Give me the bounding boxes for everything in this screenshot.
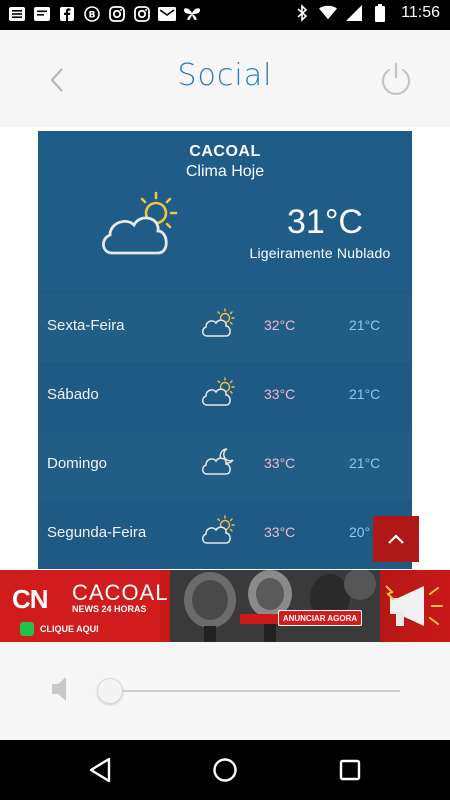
forecast-min: 21°C <box>349 455 381 471</box>
signal-icon <box>345 4 363 22</box>
menu-icon <box>8 5 26 23</box>
ad-cta-button[interactable]: ANUNCIAR AGORA <box>278 610 362 626</box>
forecast-min: 21°C <box>349 386 381 402</box>
instagram-icon <box>108 5 126 23</box>
mail-icon <box>158 5 176 23</box>
forecast-min: 21°C <box>349 317 381 333</box>
forecast-row: Sábado 33°C 21°C <box>38 362 412 432</box>
city-name: CACOAL <box>189 143 261 160</box>
audio-player <box>0 642 450 740</box>
ad-logo: CN <box>12 584 49 614</box>
cloudy-night-icon <box>200 446 236 478</box>
triangle-back-icon <box>89 757 111 783</box>
forecast-row: Sexta-Feira 32°C 21°C <box>38 293 412 363</box>
forecast-day: Segunda-Feira <box>47 524 147 541</box>
message-icon <box>33 5 51 23</box>
partly-cloudy-icon <box>200 377 236 409</box>
system-nav-bar <box>0 740 450 800</box>
forecast-max: 33°C <box>264 386 296 402</box>
megaphone-icon <box>384 580 446 632</box>
facebook-icon <box>58 5 76 23</box>
partly-cloudy-icon <box>200 515 236 547</box>
ad-banner[interactable]: CN CACOAL NEWS 24 HORAS CLIQUE AQUI ANUN… <box>0 570 450 642</box>
wifi-icon <box>319 4 338 22</box>
whatsapp-icon <box>20 622 34 636</box>
volume-icon[interactable] <box>48 674 70 704</box>
current-weather: CACOAL Clima Hoje 31°C Ligeiramente Nubl… <box>38 131 412 291</box>
weather-widget: CACOAL Clima Hoje 31°C Ligeiramente Nubl… <box>38 131 412 569</box>
forecast-day: Sexta-Feira <box>47 317 125 334</box>
forecast-min: 20° <box>349 524 371 540</box>
scroll-top-button[interactable] <box>373 516 419 562</box>
butterfly-icon <box>183 5 201 23</box>
forecast-max: 33°C <box>264 455 296 471</box>
volume-slider-thumb[interactable] <box>97 678 123 704</box>
forecast-max: 32°C <box>264 317 296 333</box>
ad-tagline: NEWS 24 HORAS <box>72 604 147 614</box>
power-button[interactable] <box>378 61 414 97</box>
ad-brand: CN CACOAL NEWS 24 HORAS CLIQUE AQUI <box>0 570 167 642</box>
forecast-max: 33°C <box>264 524 296 540</box>
partly-cloudy-icon <box>98 189 184 261</box>
forecast-row: Segunda-Feira 33°C 20° <box>38 500 412 569</box>
system-icons: 11:56 <box>293 4 440 22</box>
b-icon: B <box>83 5 101 23</box>
status-bar: B 11:56 <box>0 0 450 30</box>
battery-icon <box>371 4 389 22</box>
volume-slider-track[interactable] <box>110 690 400 692</box>
instagram-icon <box>133 5 151 23</box>
power-icon <box>381 62 411 95</box>
bluetooth-icon <box>293 4 311 22</box>
svg-text:B: B <box>89 11 96 21</box>
notification-icons: B <box>8 5 201 23</box>
nav-back-button[interactable] <box>87 756 113 784</box>
current-condition: Ligeiramente Nublado <box>249 245 391 261</box>
app-header: Social <box>0 30 450 127</box>
current-temperature: 31°C <box>287 203 363 241</box>
nav-recents-button[interactable] <box>339 759 361 781</box>
ad-click-label[interactable]: CLIQUE AQUI <box>40 624 99 634</box>
chevron-up-icon <box>388 534 404 544</box>
forecast-day: Domingo <box>47 455 108 472</box>
square-recents-icon <box>339 759 361 781</box>
microphones-image <box>170 570 380 642</box>
partly-cloudy-icon <box>200 308 236 340</box>
ad-name: CACOAL <box>72 580 169 605</box>
nav-home-button[interactable] <box>212 757 238 783</box>
clock: 11:56 <box>401 4 440 21</box>
weather-subtitle: Clima Hoje <box>185 163 265 180</box>
circle-home-icon <box>213 758 237 782</box>
forecast-row: Domingo 33°C 21°C <box>38 431 412 501</box>
forecast-day: Sábado <box>47 386 99 403</box>
